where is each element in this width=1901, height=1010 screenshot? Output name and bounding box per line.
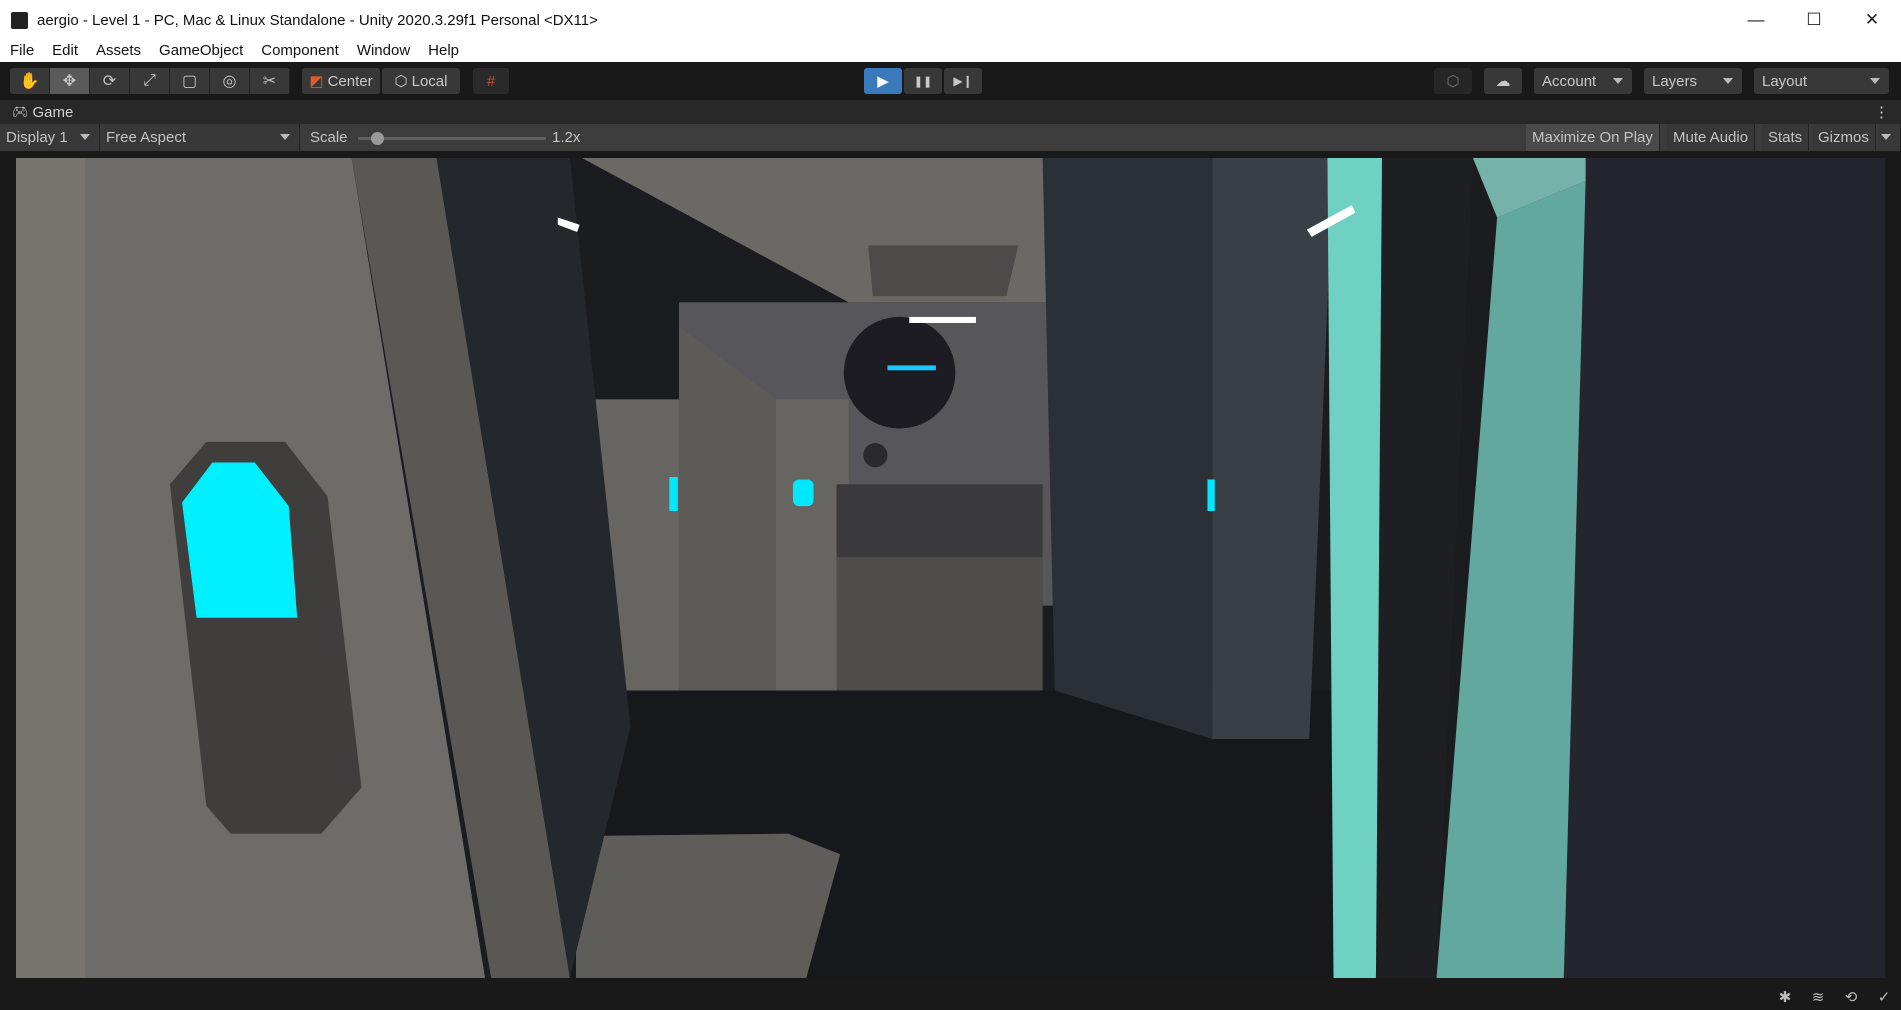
cube-icon: ⬡ [394, 73, 408, 90]
tab-menu-icon[interactable]: ⋮ [1874, 103, 1889, 121]
game-tab[interactable]: 🎮︎ Game ⋮ [0, 100, 1901, 124]
game-tab-label: Game [32, 103, 74, 121]
gizmos-dropdown[interactable] [1878, 124, 1901, 151]
menu-component[interactable]: Component [251, 40, 347, 62]
scale-control: Scale 1.2x [300, 124, 600, 151]
gizmos-toggle[interactable]: Gizmos [1812, 124, 1876, 151]
hand-tool-icon[interactable]: ✋ [10, 68, 50, 94]
unity-app-icon [11, 11, 28, 29]
layout-dropdown[interactable]: Layout [1754, 68, 1889, 94]
menu-window[interactable]: Window [347, 40, 418, 62]
display-dropdown[interactable]: Display 1 [0, 124, 100, 151]
pause-button[interactable]: ❚❚ [904, 68, 942, 94]
scale-slider-thumb[interactable] [371, 132, 384, 145]
scale-tool-icon[interactable]: ⤢ [130, 68, 170, 94]
progress-check-icon[interactable]: ✓ [1869, 987, 1899, 1008]
menu-edit[interactable]: Edit [42, 40, 86, 62]
minimize-button[interactable]: — [1727, 0, 1785, 40]
maximize-on-play-toggle[interactable]: Maximize On Play [1526, 124, 1660, 151]
debug-off-icon[interactable]: ✱ [1770, 987, 1800, 1008]
move-tool-icon[interactable]: ✥ [50, 68, 90, 94]
menu-assets[interactable]: Assets [86, 40, 149, 62]
cloud-icon[interactable]: ☁ [1484, 68, 1522, 94]
menu-bar: File Edit Assets GameObject Component Wi… [0, 40, 1901, 62]
maximize-button[interactable]: ☐ [1785, 0, 1843, 40]
game-view-toolbar: Display 1 Free Aspect Scale 1.2x Maximiz… [0, 124, 1901, 151]
close-button[interactable]: ✕ [1843, 0, 1901, 40]
stats-toggle[interactable]: Stats [1762, 124, 1810, 151]
menu-help[interactable]: Help [418, 40, 467, 62]
aspect-dropdown[interactable]: Free Aspect [100, 124, 300, 151]
scale-label: Scale [310, 129, 348, 146]
scale-value: 1.2x [552, 129, 581, 146]
auto-generate-lighting-icon[interactable]: ⟲ [1836, 987, 1866, 1008]
transform-tool-icon[interactable]: ◎ [210, 68, 250, 94]
menu-gameobject[interactable]: GameObject [149, 40, 251, 62]
step-button[interactable]: ▶❙ [944, 68, 982, 94]
pivot-center-button[interactable]: ◩ Center [302, 68, 380, 94]
play-button[interactable]: ▶ [864, 68, 902, 94]
menu-file[interactable]: File [0, 40, 42, 62]
rotate-tool-icon[interactable]: ⟳ [90, 68, 130, 94]
account-dropdown[interactable]: Account [1534, 68, 1632, 94]
main-toolbar: ✋ ✥ ⟳ ⤢ ▢ ◎ ✂ ◩ Center ⬡ Local # ▶ ❚❚ ▶❙ ⬡… [0, 62, 1901, 100]
pivot-local-button[interactable]: ⬡ Local [382, 68, 460, 94]
game-scene [16, 158, 1885, 978]
mute-audio-toggle[interactable]: Mute Audio [1667, 124, 1756, 151]
cache-server-icon[interactable]: ≋ [1803, 987, 1833, 1008]
pivot-icon: ◩ [309, 73, 324, 90]
gamepad-icon: 🎮︎ [12, 104, 29, 119]
status-bar: ✱ ≋ ⟲ ✓ [0, 985, 1901, 1010]
rect-tool-icon[interactable]: ▢ [170, 68, 210, 94]
layers-dropdown[interactable]: Layers [1644, 68, 1742, 94]
window-title: aergio - Level 1 - PC, Mac & Linux Stand… [37, 11, 598, 29]
collab-icon[interactable]: ⬡ [1434, 68, 1472, 94]
custom-tool-icon[interactable]: ✂ [250, 68, 290, 94]
title-bar: aergio - Level 1 - PC, Mac & Linux Stand… [0, 0, 1901, 40]
transform-tools: ✋ ✥ ⟳ ⤢ ▢ ◎ ✂ [10, 68, 290, 94]
game-viewport[interactable] [16, 158, 1885, 978]
scale-slider[interactable] [358, 132, 546, 145]
grid-snap-button[interactable]: # [473, 68, 509, 94]
